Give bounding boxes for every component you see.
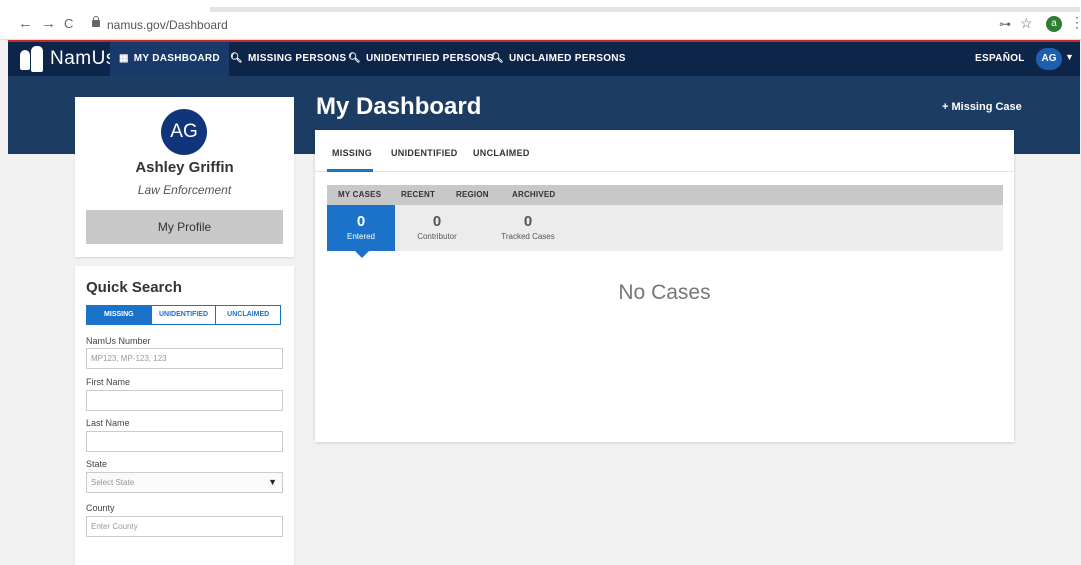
tab-unclaimed[interactable]: UNCLAIMED (473, 148, 530, 158)
subtab-archived[interactable]: ARCHIVED (512, 185, 555, 205)
browser-toolbar: ← → C namus.gov/Dashboard ⊶ ☆ a ⋮ (0, 0, 1081, 40)
nav-label: UNCLAIMED PERSONS (509, 53, 626, 64)
count-value: 0 (356, 213, 366, 230)
key-icon[interactable]: ⊶ (999, 17, 1011, 31)
case-counts: 0 Entered 0 Contributor 0 Tracked Cases (327, 205, 1003, 258)
kebab-menu-icon[interactable]: ⋮ (1070, 14, 1081, 31)
logo-figure-icon (20, 50, 30, 70)
subtab-region[interactable]: REGION (456, 185, 489, 205)
pointer-arrow (355, 251, 369, 258)
search-icon: 🔍︎ (491, 53, 504, 64)
logo-figure-icon (31, 46, 43, 72)
reload-icon[interactable]: C (64, 17, 73, 31)
county-input[interactable]: Enter County (86, 516, 283, 537)
star-icon[interactable]: ☆ (1020, 15, 1033, 32)
count-contributor[interactable]: 0 Contributor (403, 205, 471, 251)
avatar: AG (161, 109, 207, 155)
sub-tabs: MY CASES RECENT REGION ARCHIVED (327, 185, 1003, 205)
user-name: Ashley Griffin (135, 159, 234, 176)
count-tracked-cases[interactable]: 0 Tracked Cases (494, 205, 562, 251)
count-value: 0 (523, 213, 533, 230)
search-icon: 🔍︎ (230, 53, 243, 64)
browser-tabstrip (210, 7, 1080, 12)
last-name-label: Last Name (86, 418, 130, 428)
namus-number-input[interactable]: MP123, MP-123, 123 (86, 348, 283, 369)
nav-my-dashboard[interactable]: ▦ MY DASHBOARD (110, 42, 229, 76)
dashboard-card: MISSING UNIDENTIFIED UNCLAIMED MY CASES … (315, 130, 1014, 442)
last-name-input[interactable] (86, 431, 283, 452)
count-label: Tracked Cases (501, 232, 555, 241)
address-bar[interactable]: namus.gov/Dashboard (107, 18, 228, 32)
case-type-tabs: MISSING UNIDENTIFIED UNCLAIMED (315, 130, 1014, 172)
nav-label: MISSING PERSONS (248, 53, 347, 64)
nav-label: UNIDENTIFIED PERSONS (366, 53, 494, 64)
tab-missing[interactable]: MISSING (332, 148, 372, 158)
quick-search-title: Quick Search (86, 279, 182, 296)
active-tab-indicator (327, 169, 373, 172)
qs-tab-missing[interactable]: MISSING (87, 306, 152, 324)
add-missing-case-link[interactable]: + Missing Case (942, 101, 1022, 113)
grid-icon: ▦ (119, 53, 129, 64)
user-menu-badge[interactable]: AG (1036, 48, 1062, 70)
tab-unidentified[interactable]: UNIDENTIFIED (391, 148, 458, 158)
language-link[interactable]: ESPAÑOL (975, 42, 1025, 76)
subtab-recent[interactable]: RECENT (401, 185, 435, 205)
count-value: 0 (432, 213, 442, 230)
search-icon: 🔍︎ (348, 53, 361, 64)
qs-tab-unidentified[interactable]: UNIDENTIFIED (152, 306, 217, 324)
count-entered[interactable]: 0 Entered (327, 205, 395, 258)
forward-icon[interactable]: → (41, 16, 56, 31)
first-name-label: First Name (86, 377, 131, 387)
back-icon[interactable]: ← (18, 16, 33, 31)
state-select-value: Select State (91, 478, 135, 487)
nav-label: MY DASHBOARD (133, 53, 220, 64)
count-label: Entered (346, 232, 376, 241)
my-profile-button[interactable]: My Profile (86, 210, 283, 244)
county-label: County (86, 503, 115, 513)
lock-icon (92, 16, 100, 27)
empty-state-message: No Cases (618, 281, 711, 304)
page-title: My Dashboard (316, 93, 482, 120)
top-navigation: NamUs ▦ MY DASHBOARD 🔍︎ MISSING PERSONS 🔍︎… (8, 40, 1080, 76)
nav-missing-persons[interactable]: 🔍︎ MISSING PERSONS (230, 42, 346, 76)
subtab-my-cases[interactable]: MY CASES (338, 185, 381, 205)
caret-down-icon: ▼ (268, 477, 277, 487)
first-name-input[interactable] (86, 390, 283, 411)
user-role: Law Enforcement (137, 183, 232, 197)
nav-unidentified-persons[interactable]: 🔍︎ UNIDENTIFIED PERSONS (348, 42, 494, 76)
qs-tab-unclaimed[interactable]: UNCLAIMED (216, 306, 280, 324)
namus-number-label: NamUs Number (86, 336, 151, 346)
state-label: State (86, 459, 108, 469)
nav-unclaimed-persons[interactable]: 🔍︎ UNCLAIMED PERSONS (491, 42, 626, 76)
browser-profile-avatar[interactable]: a (1046, 16, 1062, 32)
count-label: Contributor (417, 232, 457, 241)
namus-logo[interactable]: NamUs (16, 46, 115, 74)
caret-down-icon[interactable]: ▼ (1065, 52, 1074, 62)
state-select[interactable]: Select State ▼ (86, 472, 283, 493)
quick-search-tabs: MISSING UNIDENTIFIED UNCLAIMED (86, 305, 281, 325)
quick-search-panel: Quick Search MISSING UNIDENTIFIED UNCLAI… (75, 266, 294, 565)
profile-card: AG Ashley Griffin Law Enforcement My Pro… (75, 97, 294, 257)
logo-text: NamUs (50, 48, 116, 69)
